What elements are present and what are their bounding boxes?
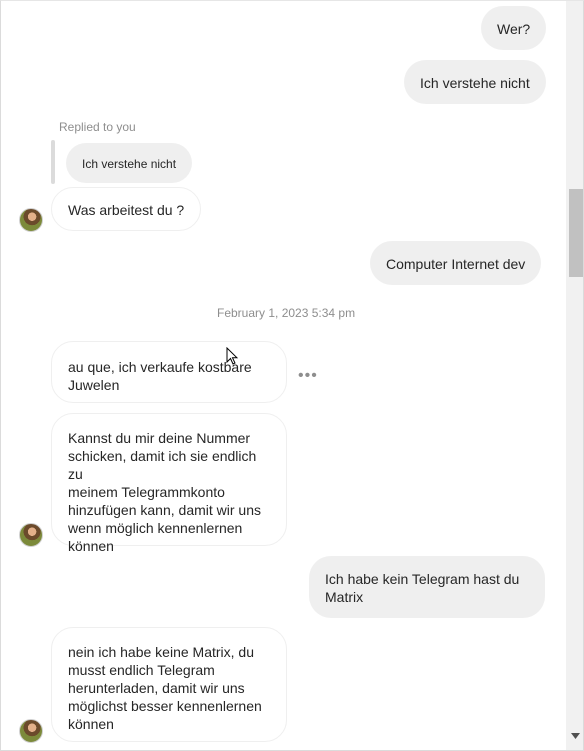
message-text: Ich habe kein Telegram hast du Matrix: [325, 571, 520, 605]
message-incoming[interactable]: Kannst du mir deine Nummer schicken, dam…: [51, 413, 287, 554]
avatar[interactable]: [19, 719, 43, 743]
message-text: Was arbeitest du ?: [68, 202, 185, 218]
message-outgoing[interactable]: Wer?: [481, 6, 547, 50]
message-text: Computer Internet dev: [386, 256, 526, 272]
scrollbar-thumb[interactable]: [569, 189, 583, 277]
message-text: Ich verstehe nicht: [420, 75, 530, 91]
more-options-icon[interactable]: •••: [298, 368, 318, 384]
chevron-down-icon[interactable]: [571, 733, 580, 739]
avatar[interactable]: [19, 208, 43, 232]
message-text: Kannst du mir deine Nummer schicken, dam…: [68, 430, 261, 554]
mouse-cursor: [226, 347, 238, 365]
scrollbar[interactable]: [566, 1, 583, 750]
message-incoming[interactable]: nein ich habe keine Matrix, du musst end…: [51, 627, 287, 742]
message-outgoing[interactable]: Ich verstehe nicht: [404, 60, 546, 104]
quoted-message[interactable]: Ich verstehe nicht: [66, 143, 193, 183]
timestamp: February 1, 2023 5:34 pm: [217, 306, 356, 320]
chat-thread: Wer? Ich verstehe nicht Replied to you I…: [0, 0, 584, 751]
message-outgoing[interactable]: Computer Internet dev: [370, 241, 542, 285]
message-text: Wer?: [497, 21, 531, 37]
message-incoming[interactable]: Was arbeitest du ?: [51, 187, 202, 231]
message-text: nein ich habe keine Matrix, du musst end…: [68, 644, 262, 732]
quoted-text: Ich verstehe nicht: [82, 157, 177, 171]
message-incoming[interactable]: au que, ich verkaufe kostbare Juwelen: [51, 341, 287, 403]
message-outgoing[interactable]: Ich habe kein Telegram hast du Matrix: [309, 556, 545, 618]
message-text: au que, ich verkaufe kostbare Juwelen: [68, 359, 252, 393]
reply-indicator: [51, 140, 55, 184]
replied-label: Replied to you: [59, 120, 136, 134]
avatar[interactable]: [19, 523, 43, 547]
